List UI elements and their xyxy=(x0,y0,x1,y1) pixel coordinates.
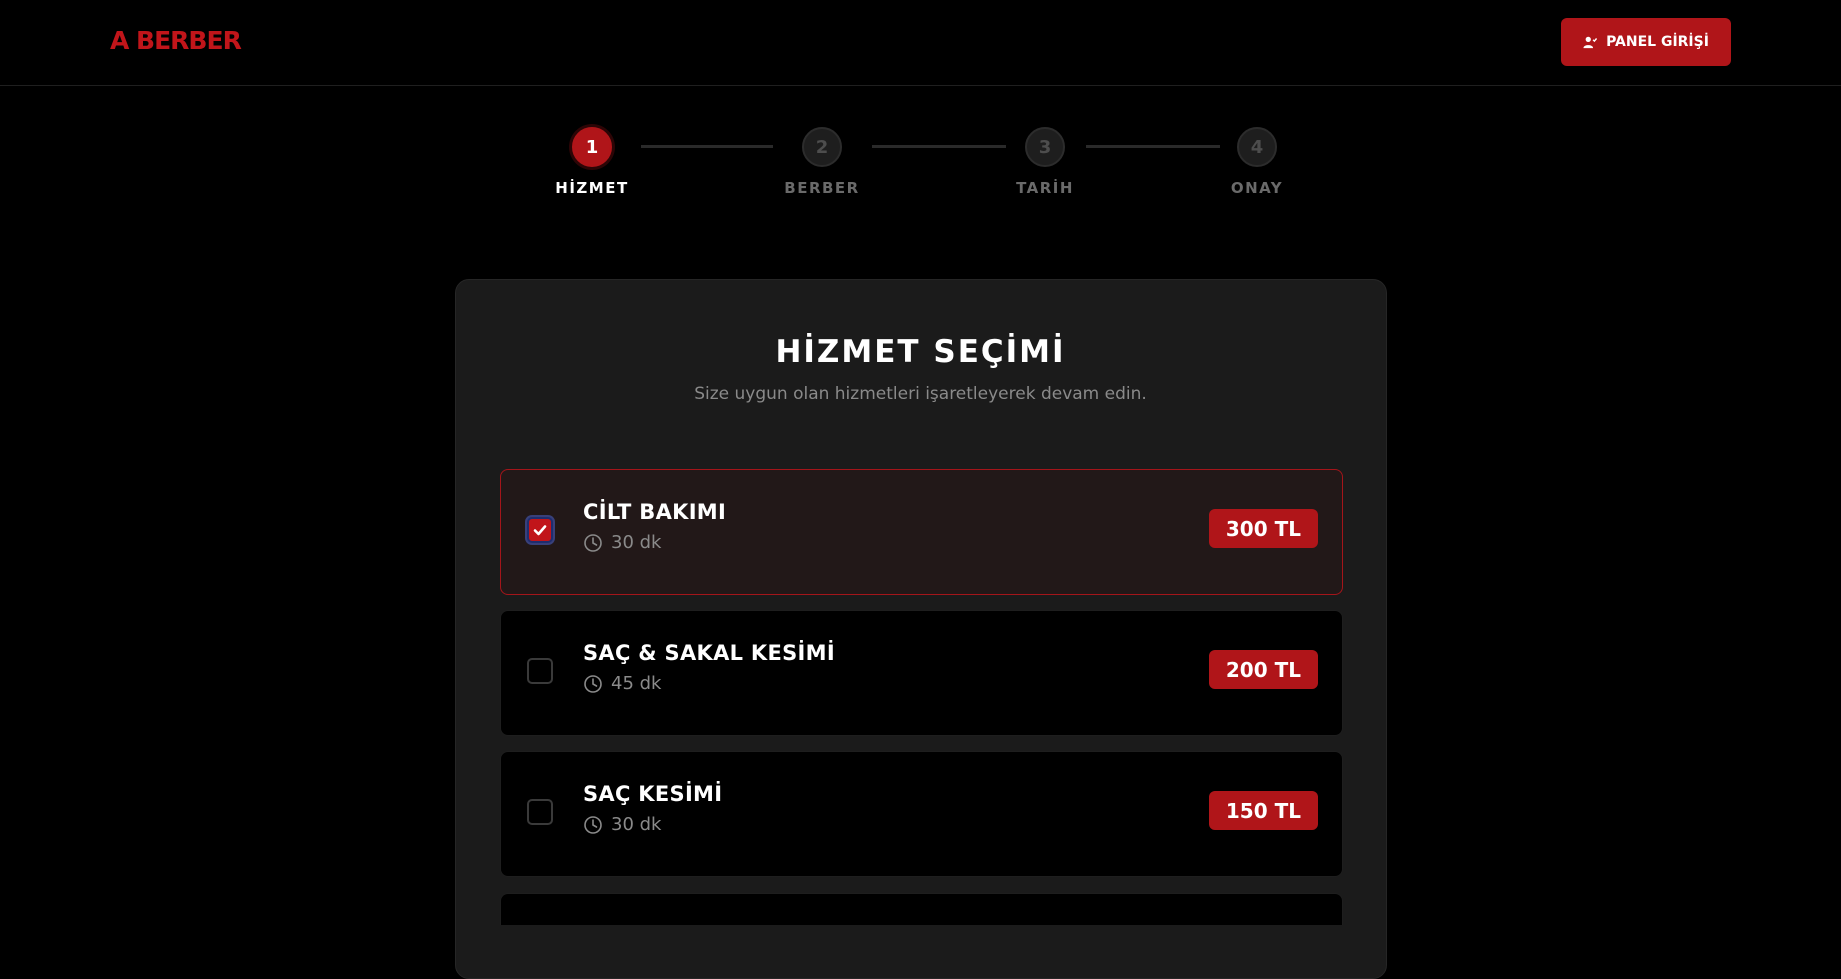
step-label: BERBER xyxy=(784,179,860,197)
service-item[interactable]: SAÇ KESİMİ 30 dk 150 TL xyxy=(500,751,1343,877)
step-label: ONAY xyxy=(1230,179,1284,197)
service-duration: 45 dk xyxy=(583,673,661,694)
step-label: HİZMET xyxy=(555,179,629,197)
step-service: 1 HİZMET xyxy=(532,127,652,197)
booking-stepper: 1 HİZMET 2 BERBER 3 TARİH 4 ONAY xyxy=(0,0,1841,210)
step-label: TARİH xyxy=(1016,179,1074,197)
service-checkbox[interactable] xyxy=(527,799,553,825)
clock-icon xyxy=(584,533,602,552)
step-number: 2 xyxy=(802,127,842,167)
service-duration: 30 dk xyxy=(583,814,661,835)
page-subtitle: Size uygun olan hizmetleri işaretleyerek… xyxy=(694,384,1147,404)
service-item[interactable] xyxy=(500,893,1343,925)
price-badge: 200 TL xyxy=(1208,650,1318,689)
step-date: 3 TARİH xyxy=(985,127,1105,197)
service-name: SAÇ & SAKAL KESİMİ xyxy=(583,641,835,665)
price-badge: 300 TL xyxy=(1208,509,1318,548)
page-title: HİZMET SEÇİMİ xyxy=(775,334,1066,370)
step-barber: 2 BERBER xyxy=(762,127,882,197)
clock-icon xyxy=(584,815,602,834)
service-checkbox[interactable] xyxy=(527,517,553,543)
service-duration: 30 dk xyxy=(583,532,661,553)
step-confirm: 4 ONAY xyxy=(1197,127,1317,197)
service-duration-text: 30 dk xyxy=(611,814,662,835)
service-checkbox[interactable] xyxy=(527,658,553,684)
step-connector xyxy=(641,145,773,148)
service-name: SAÇ KESİMİ xyxy=(583,782,723,806)
checkmark-icon xyxy=(533,525,547,536)
price-badge: 150 TL xyxy=(1208,791,1318,830)
step-number: 4 xyxy=(1237,127,1277,167)
step-number: 1 xyxy=(572,127,612,167)
service-duration-text: 30 dk xyxy=(611,532,662,553)
service-item[interactable]: CİLT BAKIMI 30 dk 300 TL xyxy=(500,469,1343,595)
service-name: CİLT BAKIMI xyxy=(583,500,727,524)
service-item[interactable]: SAÇ & SAKAL KESİMİ 45 dk 200 TL xyxy=(500,610,1343,736)
service-duration-text: 45 dk xyxy=(611,673,662,694)
clock-icon xyxy=(584,674,602,693)
step-number: 3 xyxy=(1025,127,1065,167)
